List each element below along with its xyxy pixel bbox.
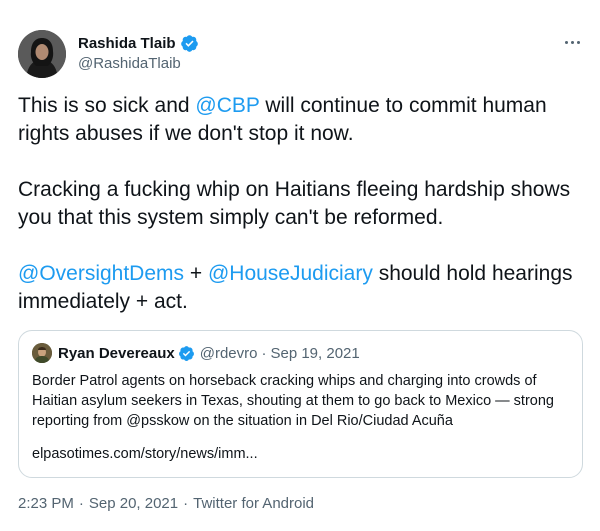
verified-badge-icon [180,35,198,52]
tweet-metadata: 2:23 PM · Sep 20, 2021 · Twitter for Android [18,495,314,512]
mention-link-housejudiciary[interactable]: @HouseJudiciary [208,262,373,285]
author-display-name[interactable]: Rashida Tlaib [78,35,176,52]
author-name-row: Rashida Tlaib [78,34,199,53]
quoted-tweet-text: Border Patrol agents on horseback cracki… [32,371,572,431]
quoted-tweet-header: Ryan Devereaux @rdevro · Sep 19, 2021 [32,343,360,363]
quoted-tweet-link[interactable]: elpasotimes.com/story/news/imm... [32,446,258,462]
mention-link-cbp[interactable]: @CBP [195,94,259,117]
quoted-tweet-card[interactable]: Ryan Devereaux @rdevro · Sep 19, 2021 Bo… [18,330,583,478]
more-options-icon[interactable] [560,34,584,50]
verified-badge-icon [178,345,194,361]
tweet-text: This is so sick and @CBP will continue t… [18,92,584,316]
tweet-paragraph-3: @OversightDems + @HouseJudiciary should … [18,260,584,316]
tweet: Rashida Tlaib @RashidaTlaib This is so s… [0,0,600,531]
mention-link-oversightdems[interactable]: @OversightDems [18,262,184,285]
quoted-author-avatar [32,343,52,363]
quoted-tweet-paragraph: Border Patrol agents on horseback cracki… [32,373,554,429]
meta-separator: · [78,495,84,512]
tweet-paragraph-1: This is so sick and @CBP will continue t… [18,92,584,148]
quoted-author-name: Ryan Devereaux [58,344,175,362]
meta-separator: · [183,495,189,512]
quoted-date: Sep 19, 2021 [270,344,360,362]
tweet-paragraph-2: Cracking a fucking whip on Haitians flee… [18,178,571,229]
tweet-date[interactable]: Sep 20, 2021 [89,495,178,512]
quoted-separator: · [261,344,267,362]
tweet-time[interactable]: 2:23 PM [18,495,74,512]
author-handle[interactable]: @RashidaTlaib [78,55,181,72]
author-avatar[interactable] [18,30,66,78]
quoted-author-handle: @rdevro [199,344,258,362]
tweet-text-segment: This is so sick and [18,94,196,117]
tweet-source[interactable]: Twitter for Android [193,495,314,512]
tweet-text-segment: + [184,262,208,285]
